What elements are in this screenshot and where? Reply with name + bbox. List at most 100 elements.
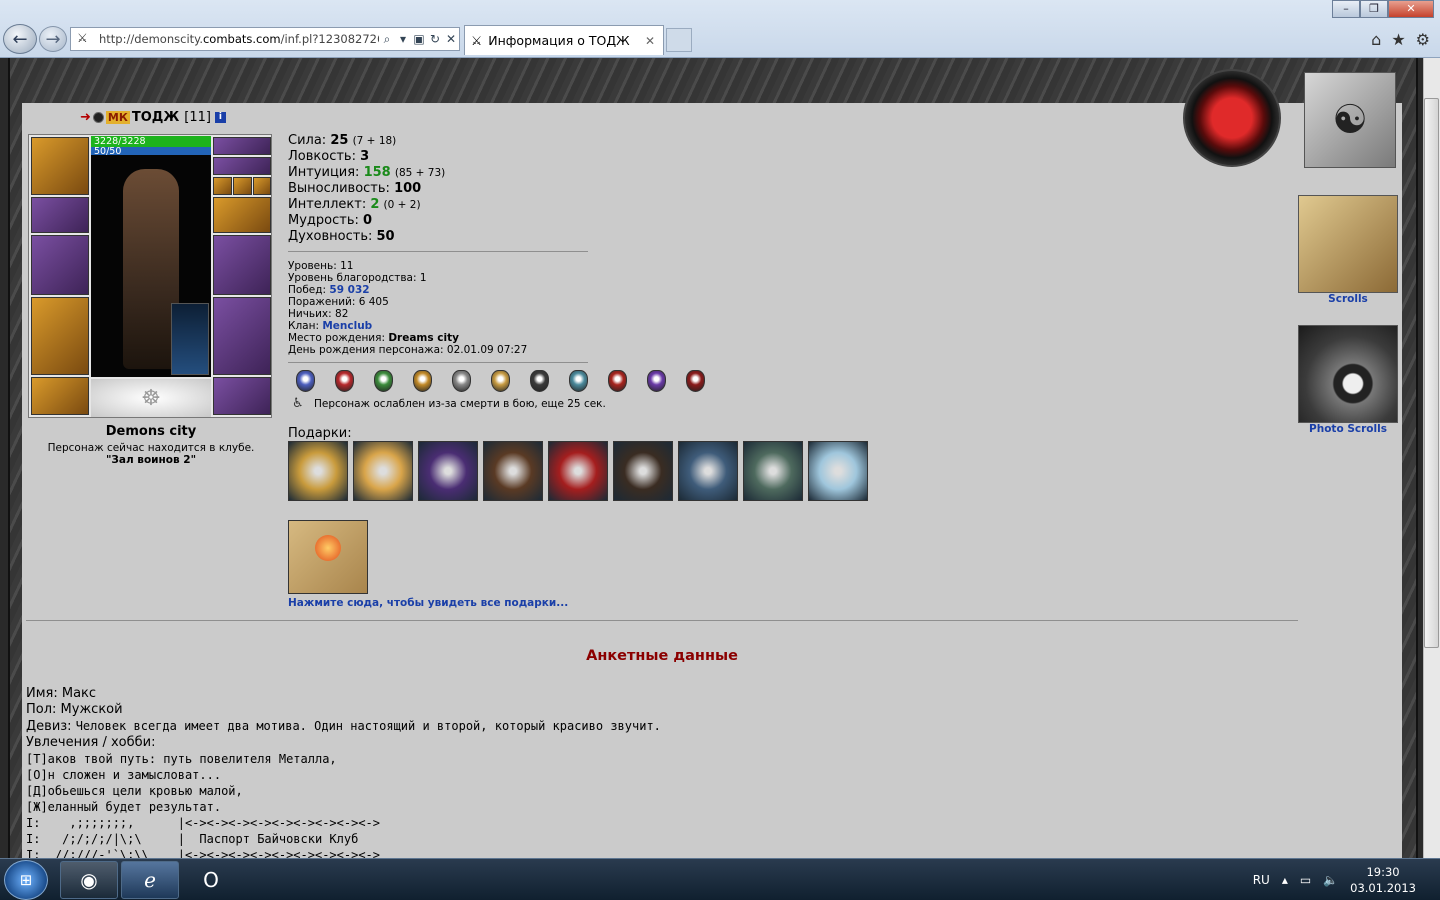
stat-row: Выносливость: 100 xyxy=(288,181,445,197)
ring2-slot[interactable] xyxy=(233,177,252,195)
character-name-line: ➜ МК ТОДЖ [11] i xyxy=(80,110,226,125)
effect-icon[interactable] xyxy=(569,370,588,392)
clan-badge: МК xyxy=(105,111,130,124)
scroll-book-icon[interactable] xyxy=(1298,195,1398,293)
weapon-left-slot[interactable] xyxy=(31,235,89,295)
stat-extra: (85 + 73) xyxy=(394,167,446,179)
gloves-slot[interactable] xyxy=(213,197,271,233)
ring3-slot[interactable] xyxy=(253,177,271,195)
home-icon[interactable]: ⌂ xyxy=(1371,30,1381,49)
new-tab-button[interactable] xyxy=(666,28,692,52)
gift-item[interactable] xyxy=(613,441,673,501)
dropdown-icon[interactable]: ▾ xyxy=(395,32,411,46)
refresh-icon[interactable]: ↻ xyxy=(427,32,443,46)
tray-expand-icon[interactable]: ▴ xyxy=(1282,873,1288,887)
all-gifts-link[interactable]: Нажмите сюда, чтобы увидеть все подарки.… xyxy=(288,597,568,609)
clan-link[interactable]: Menclub xyxy=(322,320,372,332)
clock[interactable]: 19:30 03.01.2013 xyxy=(1350,864,1416,896)
search-icon[interactable]: ⌕ xyxy=(379,32,395,47)
settings-gear-icon[interactable]: ⚙ xyxy=(1416,30,1430,49)
start-button[interactable]: ⊞ xyxy=(4,860,48,900)
taskbar-chrome[interactable]: ◉ xyxy=(60,861,118,899)
boots-slot[interactable] xyxy=(213,377,271,415)
effect-icon[interactable] xyxy=(647,370,666,392)
effect-icon[interactable] xyxy=(296,370,315,392)
chrome-icon: ◉ xyxy=(80,868,98,892)
close-window-button[interactable]: ✕ xyxy=(1388,0,1434,18)
effect-icon[interactable] xyxy=(491,370,510,392)
maximize-button[interactable]: ❐ xyxy=(1360,0,1388,18)
tab-close-icon[interactable]: ✕ xyxy=(645,34,663,48)
gift-item[interactable] xyxy=(548,441,608,501)
scroll-thumb[interactable] xyxy=(1424,98,1439,648)
compat-view-icon[interactable]: ▣ xyxy=(411,32,427,46)
photo-scrolls-tile[interactable]: Photo Scrolls xyxy=(1298,325,1398,435)
language-indicator[interactable]: RU xyxy=(1253,873,1270,887)
stat-extra: (7 + 18) xyxy=(352,135,397,147)
info-icon[interactable]: i xyxy=(214,112,226,123)
back-button[interactable]: ← xyxy=(3,24,37,54)
camera-icon[interactable] xyxy=(1298,325,1398,423)
gift-item[interactable] xyxy=(678,441,738,501)
effect-icon[interactable] xyxy=(686,370,705,392)
address-bar[interactable]: ⚔ http://demonscity.combats.com/inf.pl?1… xyxy=(70,27,460,51)
weapon-right-slot[interactable] xyxy=(213,235,271,295)
site-favicon-icon: ⚔ xyxy=(77,31,88,45)
stat-value: 2 xyxy=(370,197,380,212)
scrolls-label[interactable]: Scrolls xyxy=(1298,293,1398,305)
address-url[interactable]: http://demonscity.combats.com/inf.pl?123… xyxy=(99,32,379,46)
tab-active[interactable]: ⚔ Информация о ТОДЖ ✕ xyxy=(464,25,664,55)
gift-item[interactable] xyxy=(483,441,543,501)
gift-item[interactable] xyxy=(743,441,803,501)
big-gift-card[interactable] xyxy=(288,520,368,594)
network-icon[interactable]: ▭ xyxy=(1300,873,1311,887)
losses-line: Поражений: 6 405 xyxy=(288,296,389,308)
gift-item[interactable] xyxy=(288,441,348,501)
photo-scrolls-label[interactable]: Photo Scrolls xyxy=(1298,423,1398,435)
pet-slot[interactable] xyxy=(171,303,209,375)
effect-icon[interactable] xyxy=(530,370,549,392)
leggings-slot[interactable] xyxy=(213,297,271,375)
favorites-star-icon[interactable]: ★ xyxy=(1391,30,1405,49)
earrings-slot[interactable] xyxy=(213,137,271,155)
private-message-arrow-icon[interactable]: ➜ xyxy=(80,110,91,125)
url-prefix: http://demonscity. xyxy=(99,32,203,46)
taskbar-opera[interactable]: O xyxy=(182,861,240,899)
nobility-line: Уровень благородства: 1 xyxy=(288,272,427,284)
birthplace-value: Dreams city xyxy=(388,332,459,344)
bracers-slot[interactable] xyxy=(31,197,89,233)
effect-icon[interactable] xyxy=(452,370,471,392)
ring1-slot[interactable] xyxy=(213,177,232,195)
wins-link[interactable]: 59 032 xyxy=(329,284,369,296)
clan-line: Клан: Menclub xyxy=(288,320,527,332)
wins-line: Побед: 59 032 xyxy=(288,284,527,296)
taskbar-ie[interactable]: ℯ xyxy=(121,861,179,899)
helmet-slot[interactable] xyxy=(31,137,89,195)
amulet-slot[interactable] xyxy=(213,157,271,175)
effect-icon[interactable] xyxy=(608,370,627,392)
scrolls-tile[interactable]: Scrolls xyxy=(1298,195,1398,305)
stat-label: Выносливость: xyxy=(288,181,395,196)
gift-item[interactable] xyxy=(808,441,868,501)
belt-slot[interactable] xyxy=(31,377,89,415)
stat-value: 50 xyxy=(376,229,395,244)
yin-yang-icon[interactable]: ☯ xyxy=(1304,72,1396,168)
tab-title: Информация о ТОДЖ xyxy=(488,33,630,48)
birthplace-line: Место рождения: Dreams city xyxy=(288,332,527,344)
minimize-button[interactable]: – xyxy=(1332,0,1360,18)
stats-divider xyxy=(288,251,588,252)
effect-icon[interactable] xyxy=(374,370,393,392)
page-scrollbar[interactable] xyxy=(1423,58,1440,858)
gift-item[interactable] xyxy=(353,441,413,501)
gift-item[interactable] xyxy=(418,441,478,501)
stop-icon[interactable]: ✕ xyxy=(443,32,459,46)
profile-hobby-label: Увлечения / хобби: xyxy=(26,735,156,750)
clan-emblem-icon[interactable] xyxy=(1183,69,1281,167)
effect-icon[interactable] xyxy=(413,370,432,392)
stat-row: Сила: 25 (7 + 18) xyxy=(288,133,445,149)
stat-row: Духовность: 50 xyxy=(288,229,445,245)
armor-slot[interactable] xyxy=(31,297,89,375)
forward-button[interactable]: → xyxy=(39,26,67,52)
volume-icon[interactable]: 🔈 xyxy=(1323,873,1338,887)
effect-icon[interactable] xyxy=(335,370,354,392)
